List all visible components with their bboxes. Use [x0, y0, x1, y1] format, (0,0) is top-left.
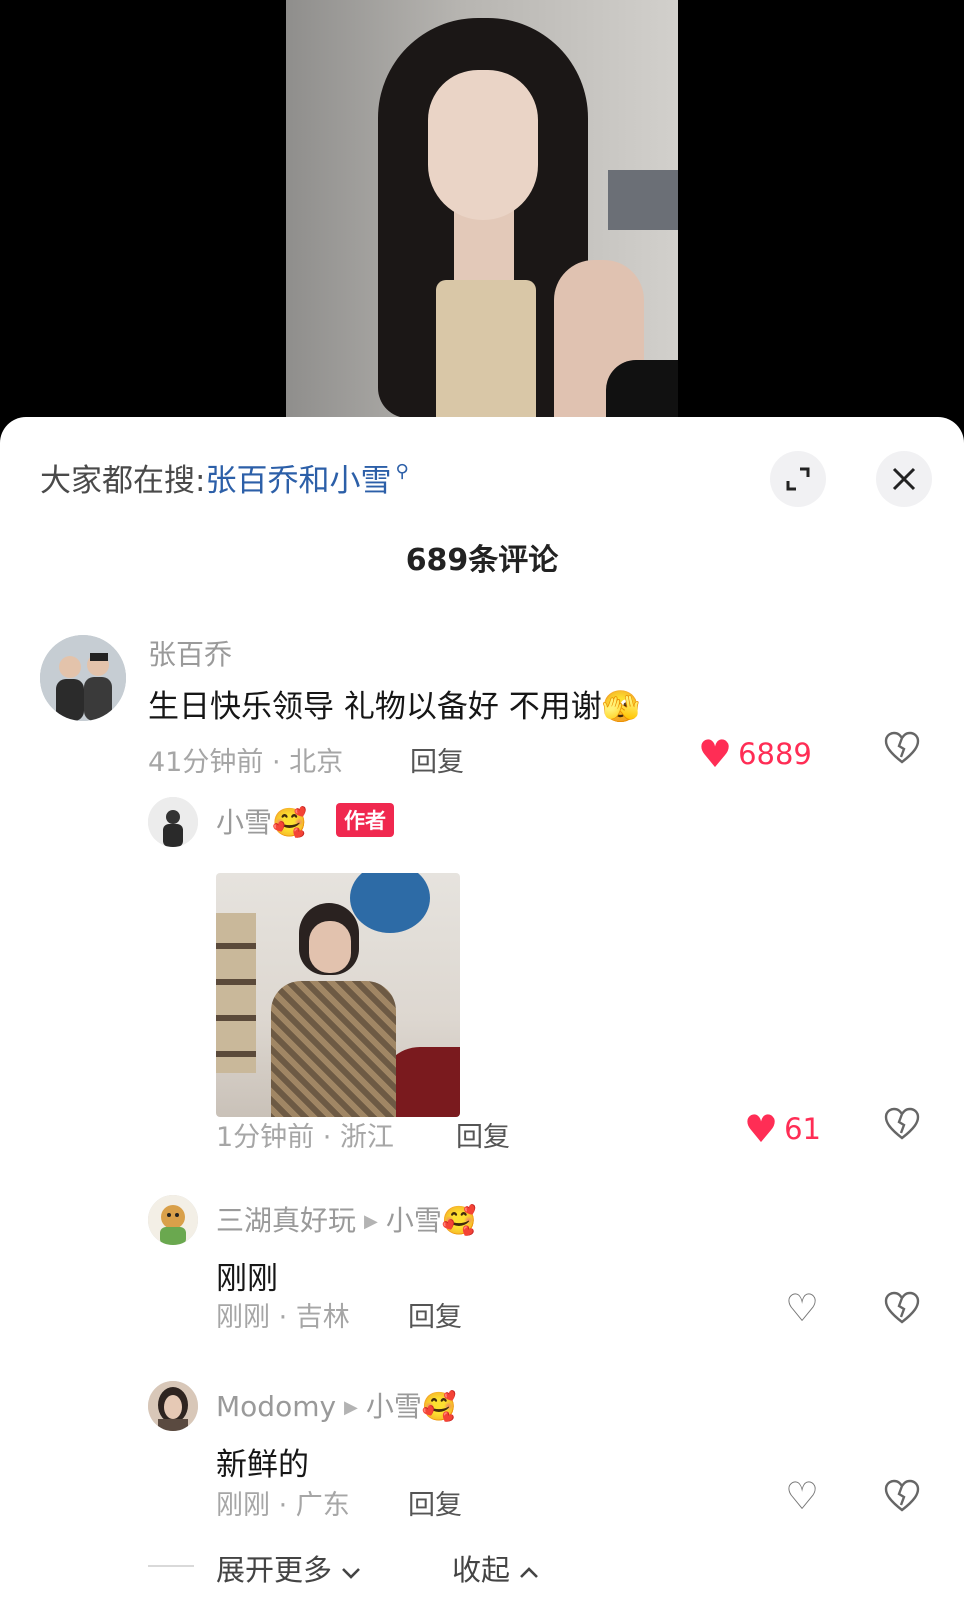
reply-button[interactable]: 回复 — [456, 1115, 510, 1154]
like-count: 6889 — [738, 737, 812, 771]
divider — [148, 1565, 194, 1567]
avatar[interactable] — [148, 797, 198, 847]
reply-username[interactable]: 小雪🥰 — [216, 801, 307, 841]
reply-text: 新鲜的 — [216, 1447, 309, 1483]
reply-to-username[interactable]: 小雪🥰 — [366, 1390, 457, 1423]
like-button[interactable]: ♥ 6889 — [698, 735, 812, 773]
comment-text: 生日快乐领导 礼物以备好 不用谢🫣 — [148, 689, 641, 725]
search-icon: ⚲ — [395, 461, 409, 482]
expand-more-button[interactable]: 展开更多 — [216, 1547, 361, 1589]
chevron-down-icon — [342, 1568, 361, 1579]
reply-time-location: 刚刚 · 广东 — [216, 1490, 350, 1521]
reply-to-username[interactable]: 小雪🥰 — [386, 1204, 477, 1237]
reply-time-location: 刚刚 · 吉林 — [216, 1302, 350, 1333]
video-frame — [286, 0, 678, 420]
reply-image[interactable] — [216, 873, 460, 1117]
heart-icon: ♥ — [744, 1107, 779, 1151]
heart-icon: ♥ — [698, 732, 733, 776]
avatar[interactable] — [40, 635, 126, 721]
comment-time-location: 41分钟前 · 北京 — [148, 747, 344, 778]
avatar[interactable] — [148, 1195, 198, 1245]
comment-count: 689条评论 — [405, 543, 559, 578]
reply-username[interactable]: Modomy — [216, 1390, 336, 1423]
expand-button[interactable] — [770, 451, 826, 507]
reply-arrow-icon: ▶ — [344, 1397, 358, 1418]
reply-header: 三湖真好玩 ▶ 小雪🥰 — [216, 1199, 477, 1239]
avatar[interactable] — [148, 1381, 198, 1431]
comment-username[interactable]: 张百乔 — [148, 633, 232, 673]
dislike-icon[interactable] — [883, 1105, 921, 1143]
reply-username[interactable]: 三湖真好玩 — [216, 1204, 356, 1237]
dislike-icon[interactable] — [883, 1477, 921, 1515]
heart-icon[interactable]: ♡ — [785, 1477, 819, 1515]
chevron-up-icon — [520, 1567, 539, 1578]
like-button[interactable]: ♥ 61 — [744, 1110, 821, 1148]
collapse-label: 收起 — [452, 1553, 511, 1587]
dislike-icon[interactable] — [883, 1289, 921, 1327]
reply-button[interactable]: 回复 — [410, 740, 464, 779]
search-suggestion[interactable]: 大家都在搜:张百乔和小雪 ⚲ — [40, 455, 409, 500]
comments-sheet: 大家都在搜:张百乔和小雪 ⚲ 689条评论 张百乔 生日快乐领导 礼物以备好 不用… — [0, 417, 964, 1620]
reply-text: 刚刚 — [216, 1261, 278, 1297]
search-prefix: 大家都在搜: — [40, 463, 206, 499]
reply-header: Modomy ▶ 小雪🥰 — [216, 1385, 457, 1425]
reply-button[interactable]: 回复 — [408, 1483, 462, 1522]
heart-icon[interactable]: ♡ — [785, 1289, 819, 1327]
close-button[interactable] — [876, 451, 932, 507]
search-term[interactable]: 张百乔和小雪 — [205, 463, 391, 499]
video-player[interactable] — [0, 0, 964, 420]
dislike-icon[interactable] — [883, 729, 921, 767]
expand-more-label: 展开更多 — [216, 1553, 333, 1587]
expand-icon — [786, 467, 810, 491]
author-badge: 作者 — [336, 803, 394, 837]
like-count: 61 — [784, 1112, 821, 1146]
reply-arrow-icon: ▶ — [364, 1211, 378, 1232]
close-icon — [892, 467, 916, 491]
reply-time-location: 1分钟前 · 浙江 — [216, 1122, 394, 1153]
reply-button[interactable]: 回复 — [408, 1295, 462, 1334]
collapse-button[interactable]: 收起 — [452, 1547, 539, 1589]
